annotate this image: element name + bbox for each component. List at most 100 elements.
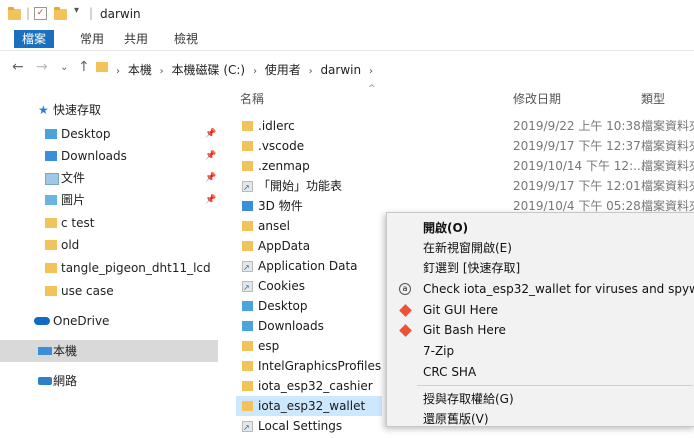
- quick-access-toolbar-dropdown-icon[interactable]: ▾: [74, 5, 79, 16]
- tab-home[interactable]: 常用: [80, 30, 104, 48]
- file-name: iota_esp32_cashier: [258, 379, 373, 393]
- nav-item-old[interactable]: old: [0, 234, 218, 256]
- recent-locations-icon[interactable]: ⌄: [60, 62, 68, 73]
- tab-file[interactable]: 檔案: [14, 30, 55, 48]
- menu-item-open[interactable]: 開啟(O): [387, 218, 694, 238]
- breadcrumb-darwin[interactable]: darwin: [320, 63, 361, 77]
- file-type: 檔案資料夾: [641, 179, 694, 193]
- star-icon: ★: [38, 103, 49, 117]
- file-name: Cookies: [258, 279, 305, 293]
- nav-onedrive[interactable]: OneDrive: [0, 310, 218, 332]
- back-arrow-icon[interactable]: ←: [12, 59, 24, 75]
- folder-icon: [45, 218, 57, 228]
- file-name: .idlerc: [258, 119, 295, 133]
- nav-item-c-test[interactable]: c test: [0, 212, 218, 234]
- nav-item-tangle-pigeon[interactable]: tangle_pigeon_dht11_lcd: [0, 257, 218, 279]
- up-arrow-icon[interactable]: ↑: [78, 59, 90, 75]
- new-folder-icon[interactable]: [54, 7, 67, 20]
- file-name: .zenmap: [258, 159, 310, 173]
- menu-item-7zip[interactable]: 7-Zip: [387, 341, 694, 361]
- pin-icon: 📌: [205, 151, 217, 161]
- file-name: esp: [258, 339, 280, 353]
- file-name: Application Data: [258, 259, 358, 273]
- pin-icon: 📌: [205, 129, 217, 139]
- pictures-folder-icon: [45, 195, 57, 205]
- git-icon: [399, 304, 412, 317]
- column-header-name[interactable]: 名稱: [240, 90, 264, 107]
- file-name: Desktop: [258, 299, 308, 313]
- menu-item-git-bash[interactable]: Git Bash Here: [387, 320, 694, 340]
- folder-icon: [242, 361, 253, 371]
- file-row[interactable]: .zenmap 2019/10/14 下午 12:...檔案資料夾: [236, 156, 694, 176]
- folder-icon: [242, 341, 253, 351]
- file-type: 檔案資料夾: [641, 119, 694, 133]
- special-folder-icon: [242, 321, 253, 331]
- nav-item-downloads[interactable]: Downloads 📌: [0, 145, 218, 167]
- folder-icon: [242, 141, 253, 151]
- title-divider: |: [26, 6, 31, 20]
- breadcrumb[interactable]: › 本機 › 本機磁碟 (C:) › 使用者 › darwin ›: [112, 61, 377, 78]
- documents-folder-icon: [45, 173, 59, 185]
- title-divider: |: [89, 6, 94, 20]
- nav-item-use-case[interactable]: use case: [0, 280, 218, 302]
- special-folder-icon: [242, 301, 253, 311]
- menu-item-virus-scan[interactable]: a Check iota_esp32_wallet for viruses an…: [387, 279, 694, 299]
- breadcrumb-users[interactable]: 使用者: [265, 63, 301, 77]
- menu-item-pin-quick-access[interactable]: 釘選到 [快速存取]: [387, 258, 694, 278]
- title-bar: | ✓ ▾ | darwin: [0, 0, 694, 28]
- file-row[interactable]: iota_esp32_wallet: [236, 396, 382, 416]
- file-date: 2019/9/22 上午 10:38: [513, 119, 641, 133]
- context-menu: 開啟(O) 在新視窗開啟(E) 釘選到 [快速存取] a Check iota_…: [386, 212, 694, 427]
- file-row[interactable]: .vscode 2019/9/17 下午 12:37檔案資料夾: [236, 136, 694, 156]
- desktop-folder-icon: [45, 129, 57, 139]
- tab-view[interactable]: 檢視: [174, 30, 198, 48]
- chevron-right-icon: ›: [116, 66, 120, 77]
- ribbon-tabs: 檔案 常用 共用 檢視: [0, 28, 694, 51]
- file-name: .vscode: [258, 139, 305, 153]
- computer-icon: [38, 347, 52, 355]
- shortcut-folder-icon: [242, 278, 253, 298]
- chevron-right-icon: ›: [308, 66, 313, 77]
- menu-item-crc-sha[interactable]: CRC SHA: [387, 362, 694, 382]
- menu-item-give-access[interactable]: 授與存取權給(G): [387, 389, 694, 409]
- folder-icon: [242, 161, 253, 171]
- menu-item-git-gui[interactable]: Git GUI Here: [387, 300, 694, 320]
- nav-item-documents[interactable]: 文件 📌: [0, 167, 218, 189]
- folder-icon: [45, 286, 57, 296]
- folder-icon: [8, 7, 21, 20]
- menu-item-restore-versions[interactable]: 還原舊版(V): [387, 409, 694, 429]
- sort-indicator-icon: ^: [368, 84, 376, 94]
- file-row[interactable]: 「開始」功能表 2019/9/17 下午 12:01檔案資料夾: [236, 176, 694, 198]
- column-header-date[interactable]: 修改日期: [513, 90, 561, 107]
- file-name: ansel: [258, 219, 290, 233]
- properties-icon[interactable]: ✓: [34, 7, 47, 20]
- breadcrumb-this-pc[interactable]: 本機: [128, 63, 152, 77]
- shortcut-folder-icon: [242, 258, 253, 278]
- folder-icon: [242, 381, 253, 391]
- folder-icon: [45, 240, 57, 250]
- file-date: 2019/10/14 下午 12:...: [513, 159, 645, 173]
- file-name: IntelGraphicsProfiles: [258, 359, 382, 373]
- nav-item-pictures[interactable]: 圖片 📌: [0, 189, 218, 211]
- file-row[interactable]: .idlerc 2019/9/22 上午 10:38檔案資料夾: [236, 116, 694, 136]
- folder-icon: [45, 263, 57, 273]
- menu-item-open-new-window[interactable]: 在新視窗開啟(E): [387, 238, 694, 258]
- column-header-type[interactable]: 類型: [641, 90, 665, 107]
- nav-network[interactable]: 網路: [0, 370, 218, 392]
- shortcut-folder-icon: [242, 178, 253, 198]
- nav-item-desktop[interactable]: Desktop 📌: [0, 123, 218, 145]
- file-name: Downloads: [258, 319, 324, 333]
- git-icon: [399, 324, 412, 337]
- tab-share[interactable]: 共用: [124, 30, 148, 48]
- nav-this-pc[interactable]: 本機: [0, 340, 218, 362]
- breadcrumb-local-disk[interactable]: 本機磁碟 (C:): [172, 63, 246, 77]
- antivirus-icon: a: [399, 283, 411, 295]
- cloud-icon: [34, 317, 50, 325]
- file-name: Local Settings: [258, 419, 343, 433]
- file-type: 檔案資料夾: [641, 159, 694, 173]
- forward-arrow-icon[interactable]: →: [36, 59, 48, 75]
- chevron-right-icon: ›: [159, 66, 164, 77]
- menu-separator: [417, 385, 693, 386]
- file-type: 檔案資料夾: [641, 139, 694, 153]
- nav-quick-access[interactable]: ★ 快速存取: [0, 99, 218, 121]
